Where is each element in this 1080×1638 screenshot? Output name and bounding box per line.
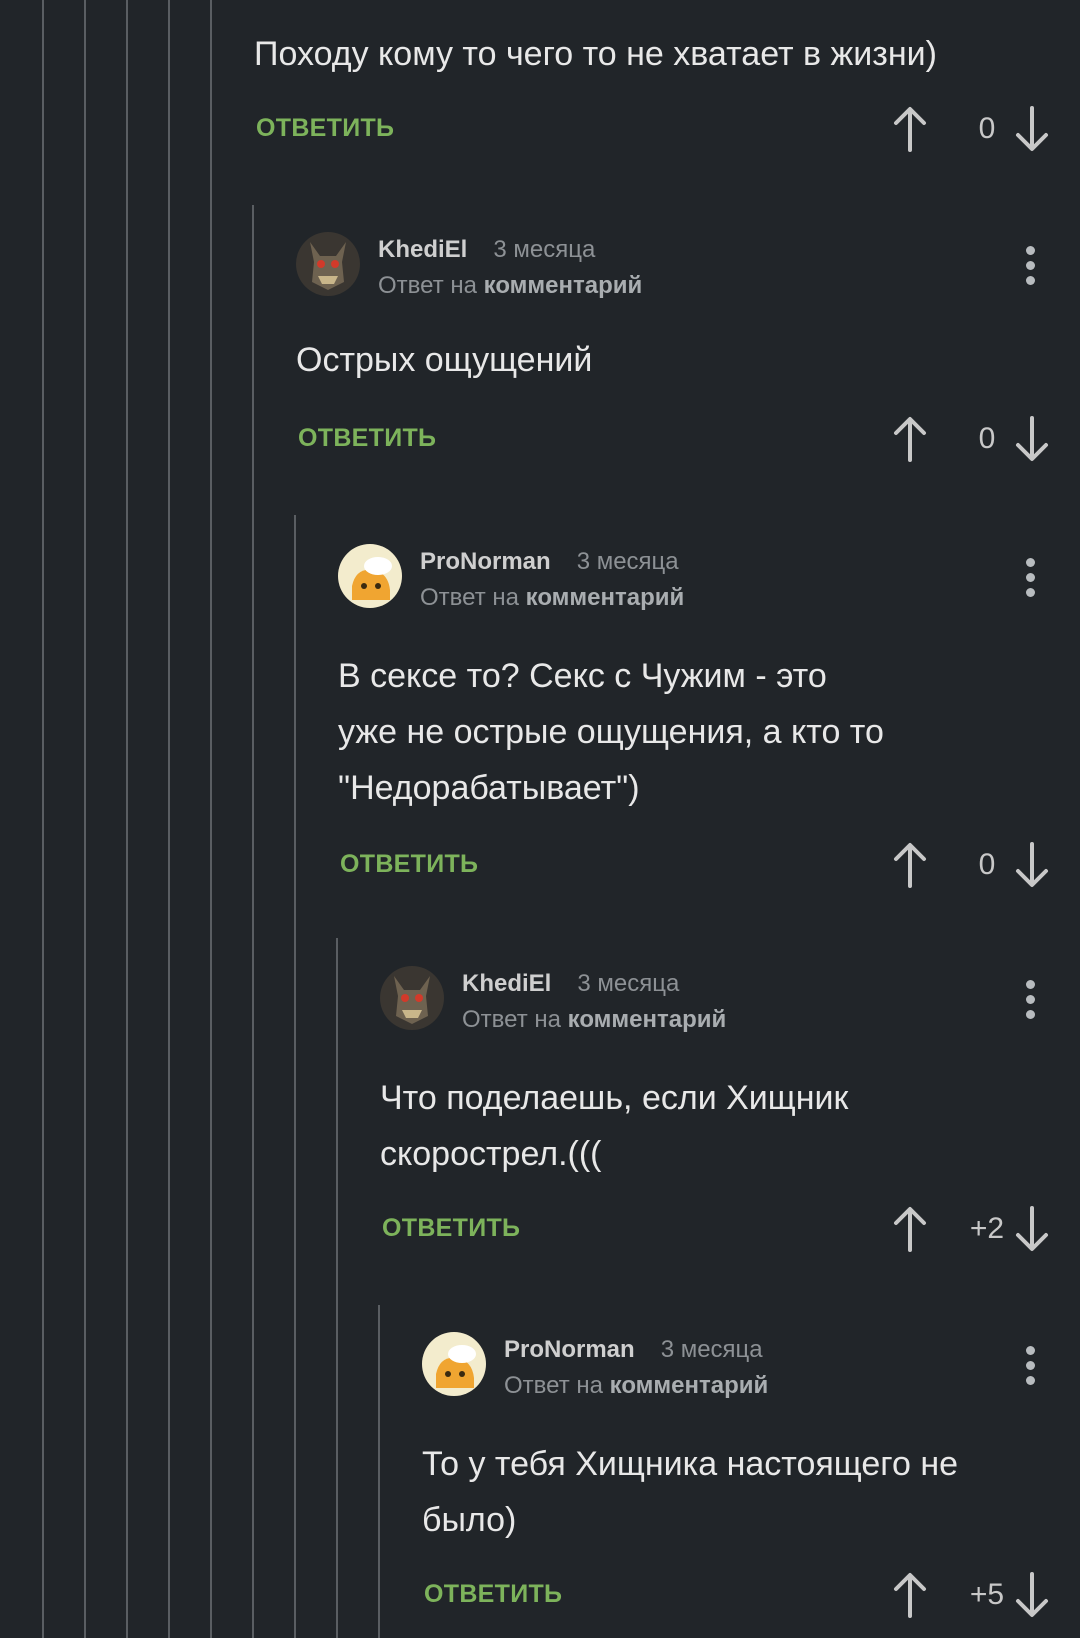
upvote-arrow-icon[interactable] [890, 104, 930, 154]
vote-controls: 0 [890, 104, 1080, 154]
cartoon-avatar-icon[interactable] [338, 544, 402, 608]
creature-avatar-icon[interactable] [380, 966, 444, 1030]
comment-time: 3 месяца [660, 1336, 763, 1363]
upvote-arrow-icon[interactable] [890, 840, 930, 890]
comment-actions: ОТВЕТИТЬ 0 [296, 414, 1080, 464]
comment-text-line: Что поделаешь, если Хищник [380, 1079, 849, 1117]
comment-text: То у тебя Хищника настоящего не было) [422, 1436, 1060, 1548]
downvote-arrow-icon[interactable] [1012, 1204, 1052, 1254]
reply-button[interactable]: ОТВЕТИТЬ [256, 114, 394, 143]
vote-controls: +5 [890, 1570, 1080, 1620]
reply-to-line: Ответ на комментарий [420, 584, 684, 612]
comment-header: KhediEl 3 месяца Ответ на комментарий [296, 232, 1080, 302]
reply-to-link[interactable]: комментарий [484, 272, 643, 299]
comment-time: 3 месяца [577, 970, 680, 997]
reply-to-line: Ответ на комментарий [504, 1372, 768, 1400]
thread-line [336, 938, 338, 1638]
creature-avatar-icon[interactable] [296, 232, 360, 296]
comment-text: Походу кому то чего то не хватает в жизн… [254, 35, 937, 73]
reply-to-link[interactable]: комментарий [568, 1006, 727, 1033]
thread-line [378, 1305, 380, 1638]
downvote-arrow-icon[interactable] [1012, 104, 1052, 154]
thread-line [168, 0, 170, 1638]
comment-text-line: То у тебя Хищника настоящего не [422, 1445, 958, 1483]
comment-text-line: было) [422, 1501, 517, 1539]
thread-line [294, 515, 296, 1638]
comment-actions: ОТВЕТИТЬ +5 [422, 1570, 1080, 1620]
upvote-arrow-icon[interactable] [890, 414, 930, 464]
comment-text-line: "Недорабатывает") [338, 769, 640, 807]
author-line: ProNorman 3 месяца [504, 1336, 763, 1364]
upvote-arrow-icon[interactable] [890, 1204, 930, 1254]
comment: ProNorman 3 месяца Ответ на комментарий В… [338, 544, 1080, 888]
vote-controls: 0 [890, 840, 1080, 890]
author-line: KhediEl 3 месяца [462, 970, 679, 998]
thread-line [42, 0, 44, 1638]
comment: KhediEl 3 месяца Ответ на комментарий Ост… [296, 232, 1080, 472]
comment-header: ProNorman 3 месяца Ответ на комментарий [338, 544, 1080, 614]
thread-line [84, 0, 86, 1638]
reply-button[interactable]: ОТВЕТИТЬ [424, 1580, 562, 1609]
comment-actions: ОТВЕТИТЬ 0 [254, 104, 1080, 154]
comment: Походу кому то чего то не хватает в жизн… [254, 0, 1080, 180]
comment-text-line: скорострел.((( [380, 1135, 602, 1173]
comment-time: 3 месяца [576, 548, 679, 575]
downvote-arrow-icon[interactable] [1012, 1570, 1052, 1620]
comment-actions: ОТВЕТИТЬ +2 [380, 1204, 1080, 1254]
reply-button[interactable]: ОТВЕТИТЬ [298, 424, 436, 453]
thread-line [126, 0, 128, 1638]
downvote-arrow-icon[interactable] [1012, 414, 1052, 464]
reply-to-link[interactable]: комментарий [610, 1372, 769, 1399]
cartoon-avatar-icon[interactable] [422, 1332, 486, 1396]
comment-header: ProNorman 3 месяца Ответ на комментарий [422, 1332, 1080, 1402]
reply-to-label: Ответ на [378, 272, 484, 299]
more-options-icon[interactable] [1024, 1346, 1036, 1386]
more-options-icon[interactable] [1024, 980, 1036, 1020]
reply-button[interactable]: ОТВЕТИТЬ [340, 850, 478, 879]
author-name[interactable]: ProNorman [420, 548, 551, 575]
more-options-icon[interactable] [1024, 246, 1036, 286]
thread-line [252, 205, 254, 1638]
comment: KhediEl 3 месяца Ответ на комментарий Что… [380, 966, 1080, 1266]
comment-text: Что поделаешь, если Хищник скорострел.((… [380, 1070, 1020, 1182]
reply-to-label: Ответ на [420, 584, 526, 611]
author-name[interactable]: ProNorman [504, 1336, 635, 1363]
reply-to-link[interactable]: комментарий [526, 584, 685, 611]
vote-controls: 0 [890, 414, 1080, 464]
reply-to-line: Ответ на комментарий [378, 272, 642, 300]
author-line: KhediEl 3 месяца [378, 236, 595, 264]
reply-to-label: Ответ на [504, 1372, 610, 1399]
comment-text: В сексе то? Секс с Чужим - это уже не ос… [338, 648, 1020, 816]
vote-controls: +2 [890, 1204, 1080, 1254]
thread-line [210, 0, 212, 205]
comment-actions: ОТВЕТИТЬ 0 [338, 840, 1080, 890]
comment-header: KhediEl 3 месяца Ответ на комментарий [380, 966, 1080, 1036]
comment-time: 3 месяца [493, 236, 596, 263]
upvote-arrow-icon[interactable] [890, 1570, 930, 1620]
reply-to-line: Ответ на комментарий [462, 1006, 726, 1034]
comment: ProNorman 3 месяца Ответ на комментарий Т… [422, 1332, 1080, 1632]
comment-text-line: В сексе то? Секс с Чужим - это [338, 657, 827, 695]
comment-text-line: уже не острые ощущения, а кто то [338, 713, 884, 751]
comment-text: Острых ощущений [296, 341, 593, 379]
reply-to-label: Ответ на [462, 1006, 568, 1033]
downvote-arrow-icon[interactable] [1012, 840, 1052, 890]
author-name[interactable]: KhediEl [378, 236, 467, 263]
more-options-icon[interactable] [1024, 558, 1036, 598]
author-line: ProNorman 3 месяца [420, 548, 679, 576]
thread-line [210, 205, 212, 1638]
reply-button[interactable]: ОТВЕТИТЬ [382, 1214, 520, 1243]
author-name[interactable]: KhediEl [462, 970, 551, 997]
